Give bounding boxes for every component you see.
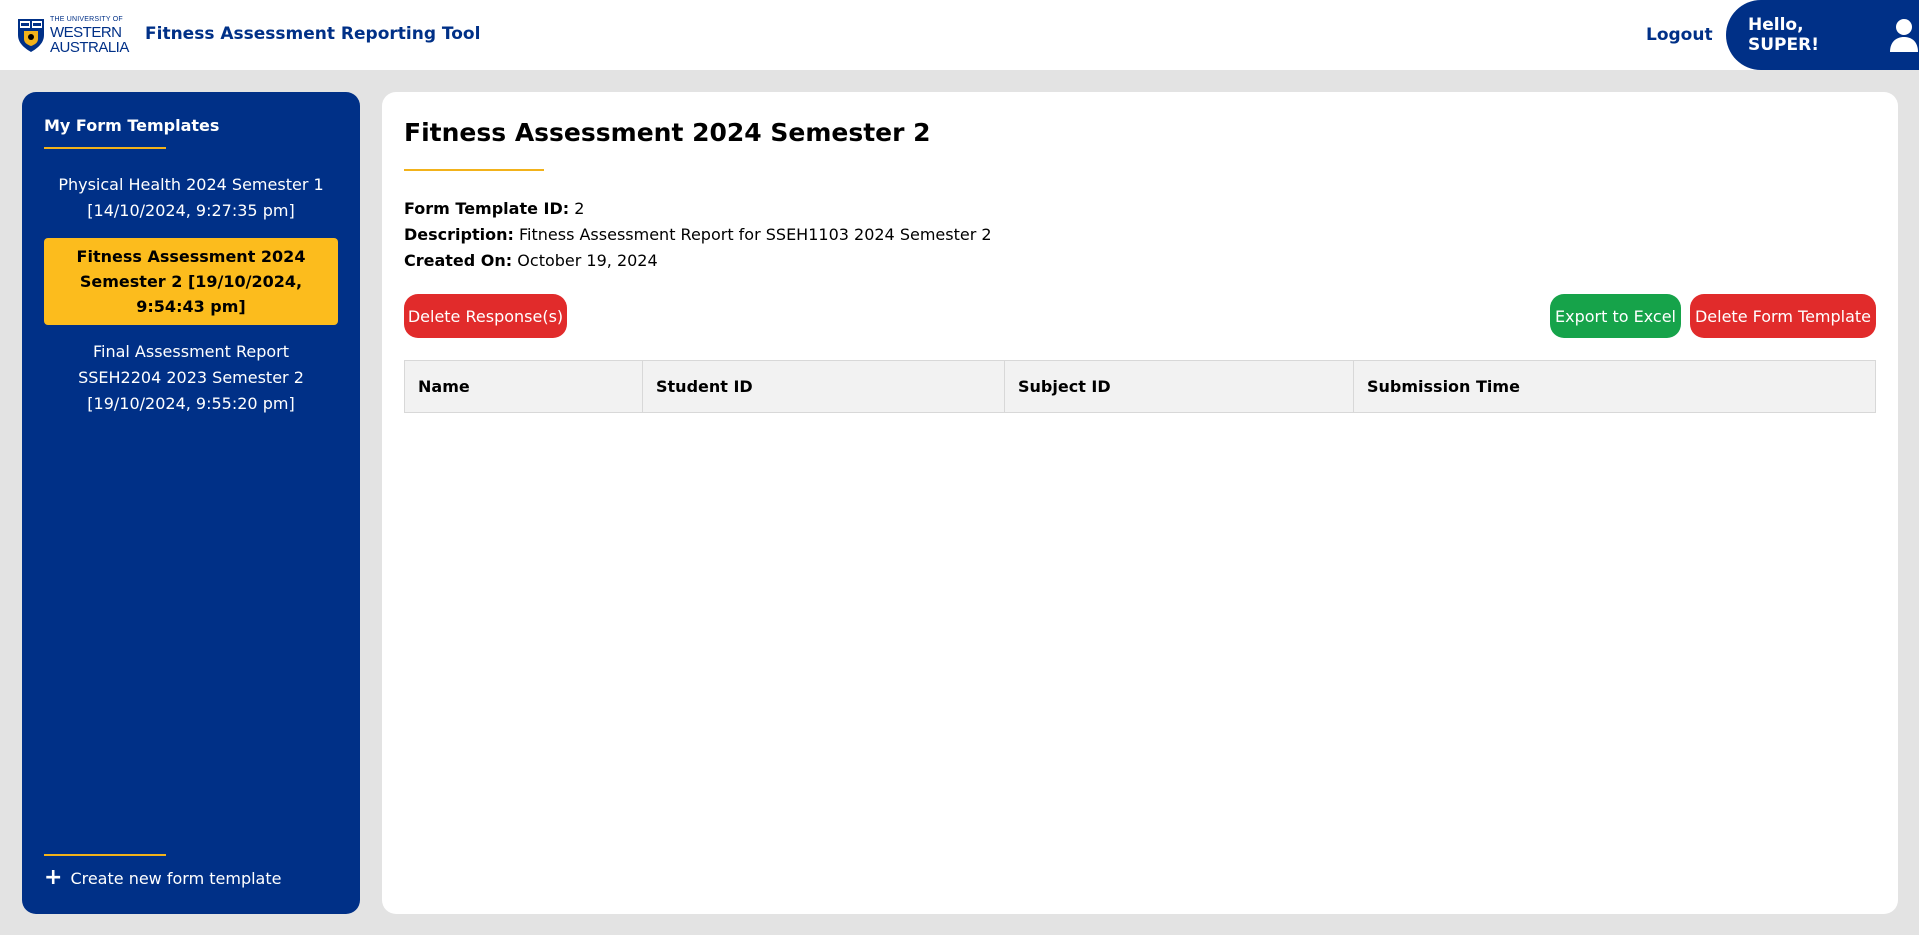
footer-divider [44,854,166,856]
logo-small-text: THE UNIVERSITY OF [50,15,123,23]
delete-template-button[interactable]: Delete Form Template [1690,294,1876,338]
create-template-button[interactable]: + Create new form template [44,865,282,890]
app-title[interactable]: Fitness Assessment Reporting Tool [145,24,480,44]
template-id-value: 2 [574,199,585,218]
created-value: October 19, 2024 [517,251,658,270]
user-greeting: Hello, SUPER! [1748,15,1819,55]
column-header-subject-id[interactable]: Subject ID [1005,361,1354,412]
template-list: Physical Health 2024 Semester 1 [14/10/2… [44,168,338,431]
top-header: THE UNIVERSITY OF WESTERN AUSTRALIA Fitn… [0,0,1919,70]
export-excel-button[interactable]: Export to Excel [1550,294,1681,338]
uwa-crest-icon [16,17,46,53]
column-header-student-id[interactable]: Student ID [643,361,1005,412]
column-header-name[interactable]: Name [405,361,643,412]
template-item-physical-health[interactable]: Physical Health 2024 Semester 1 [14/10/2… [44,168,338,228]
logo-line-2: AUSTRALIA [50,38,129,56]
uwa-logo[interactable]: THE UNIVERSITY OF WESTERN AUSTRALIA [16,15,129,56]
template-item-final-assessment[interactable]: Final Assessment Report SSEH2204 2023 Se… [44,335,338,421]
template-item-fitness-assessment[interactable]: Fitness Assessment 2024 Semester 2 [19/1… [44,238,338,325]
sidebar: My Form Templates Physical Health 2024 S… [22,92,360,914]
template-id-row: Form Template ID: 2 [404,196,992,222]
title-underline [404,169,544,171]
responses-table: Name Student ID Subject ID Submission Ti… [404,360,1876,413]
description-value: Fitness Assessment Report for SSEH1103 2… [518,225,992,244]
heading-underline [44,147,166,149]
template-info: Form Template ID: 2 Description: Fitness… [404,196,992,274]
description-row: Description: Fitness Assessment Report f… [404,222,992,248]
description-label: Description: [404,225,514,244]
create-template-label: Create new form template [70,868,282,888]
delete-responses-button[interactable]: Delete Response(s) [404,294,567,338]
user-menu[interactable]: Hello, SUPER! [1726,0,1919,70]
column-header-submission-time[interactable]: Submission Time [1354,361,1875,412]
plus-icon: + [44,865,63,890]
main-panel: Fitness Assessment 2024 Semester 2 Form … [382,92,1898,914]
user-icon [1889,18,1919,52]
sidebar-heading: My Form Templates [44,116,220,135]
created-label: Created On: [404,251,513,270]
page-title: Fitness Assessment 2024 Semester 2 [404,118,931,147]
template-id-label: Form Template ID: [404,199,570,218]
created-row: Created On: October 19, 2024 [404,248,992,274]
logout-link[interactable]: Logout [1646,25,1713,45]
logo-line-1: WESTERN [50,23,122,41]
